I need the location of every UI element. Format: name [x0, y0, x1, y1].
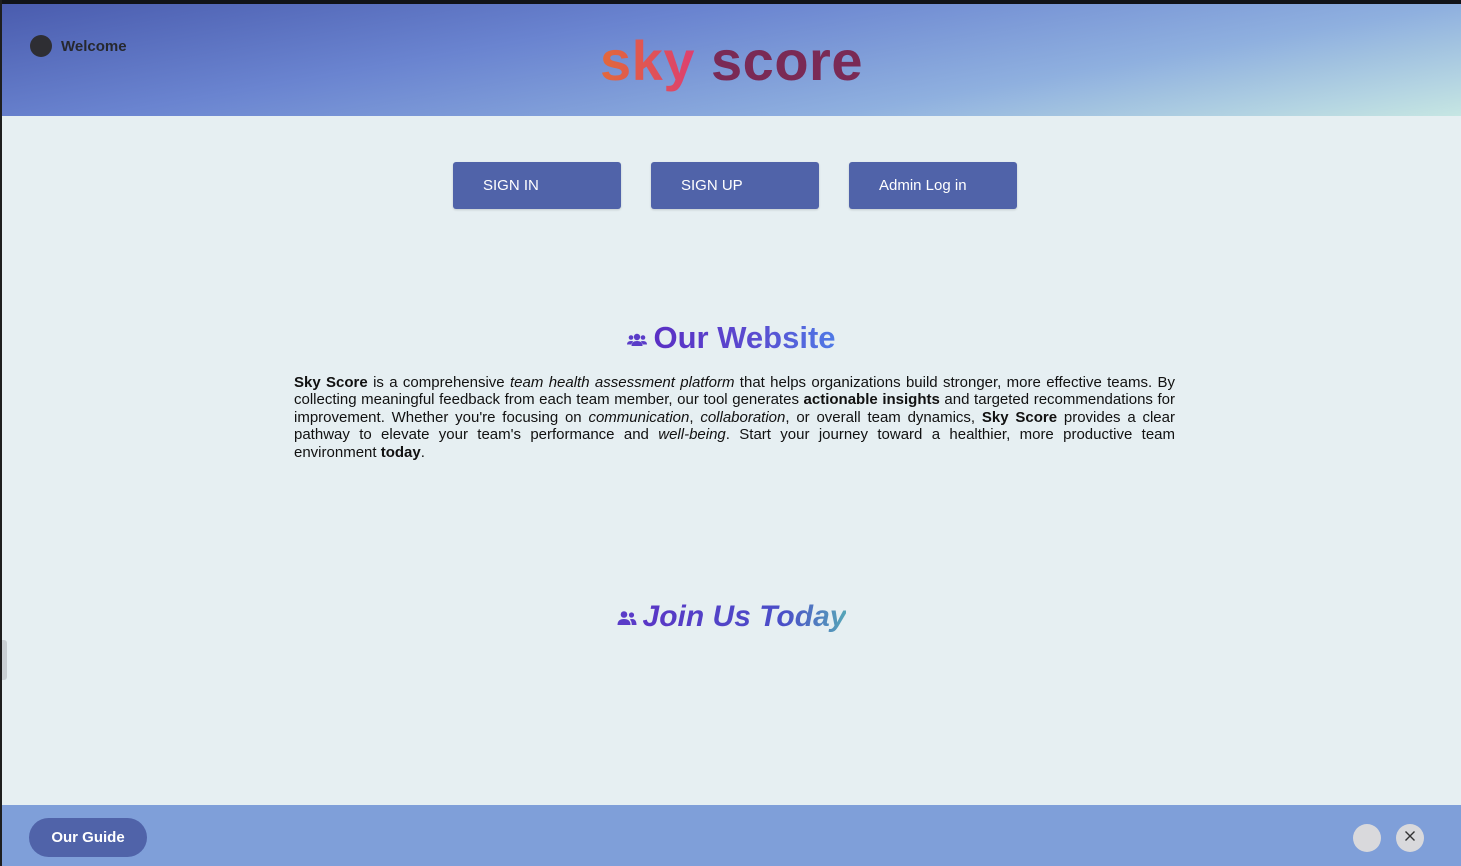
our-website-heading: Our Website	[2, 320, 1461, 356]
footer-action-button[interactable]	[1353, 824, 1381, 852]
admin-login-button[interactable]: Admin Log in	[849, 162, 1017, 209]
page: Welcome sky score SIGN IN SIGN UP Admin …	[2, 4, 1461, 866]
user-friends-icon	[617, 600, 637, 634]
side-drawer-handle[interactable]	[2, 640, 7, 680]
our-guide-button[interactable]: Our Guide	[29, 818, 147, 857]
description-segment: well-being	[658, 426, 726, 444]
our-website-title: Our Website	[653, 320, 836, 355]
auth-buttons: SIGN IN SIGN UP Admin Log in	[453, 162, 1017, 209]
description-segment: ,	[689, 408, 701, 426]
description-segment: .	[420, 443, 425, 461]
join-us-title: Join Us Today	[642, 600, 847, 633]
description-segment: today	[380, 443, 421, 461]
close-button[interactable]	[1396, 824, 1424, 852]
description-segment: Sky Score	[981, 408, 1058, 426]
description-segment: team health assessment platform	[510, 374, 735, 391]
close-icon	[1404, 829, 1416, 847]
website-description: Sky Score is a comprehensive team health…	[294, 374, 1175, 461]
join-us-heading: Join Us Today	[2, 600, 1461, 634]
site-header: Welcome sky score	[2, 4, 1461, 116]
sign-up-button[interactable]: SIGN UP	[651, 162, 819, 209]
site-logo: sky score	[2, 30, 1461, 92]
description-segment: collaboration	[700, 408, 786, 426]
description-segment: actionable insights	[803, 391, 940, 409]
description-segment: , or overall team dynamics,	[785, 408, 982, 426]
sign-in-button[interactable]: SIGN IN	[453, 162, 621, 209]
description-segment: communication	[588, 408, 690, 426]
description-segment: is a comprehensive	[367, 374, 510, 391]
description-segment: Sky Score	[294, 374, 368, 391]
logo-part-score: score	[711, 29, 863, 92]
users-icon	[627, 320, 648, 356]
logo-part-sky: sky	[600, 29, 695, 92]
site-footer: Our Guide	[2, 805, 1461, 866]
